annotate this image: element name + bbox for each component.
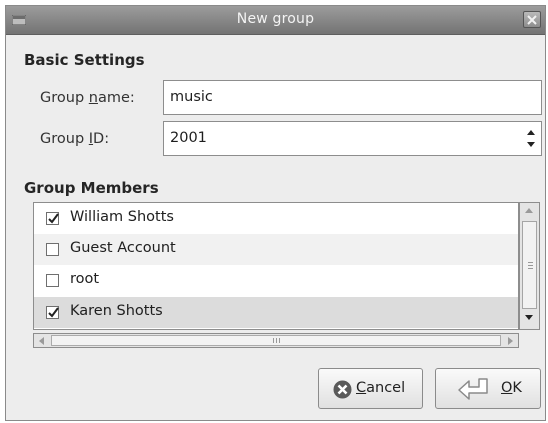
cancel-label: Cancel	[356, 380, 405, 396]
horizontal-scroll-thumb[interactable]	[51, 335, 501, 346]
window-title: New group	[236, 11, 315, 27]
cancel-icon	[333, 380, 352, 399]
group-id-value: 2001	[170, 130, 207, 146]
enter-arrow-icon	[458, 378, 488, 400]
group-id-spinbox[interactable]: 2001	[163, 121, 542, 156]
group-members-list[interactable]: William Shotts Guest Account root Karen …	[33, 202, 519, 330]
close-button[interactable]	[523, 11, 541, 28]
ok-label-rest: K	[512, 380, 522, 396]
grip-line	[528, 265, 533, 266]
grip-line	[279, 338, 280, 343]
vertical-scroll-thumb[interactable]	[522, 221, 537, 309]
list-item[interactable]: root	[34, 265, 518, 296]
horizontal-scrollbar[interactable]	[33, 333, 519, 348]
group-name-mnemonic: n	[88, 90, 98, 106]
cancel-label-rest: ancel	[366, 380, 406, 396]
group-id-label: Group ID:	[40, 131, 109, 147]
group-id-label-part: D:	[93, 131, 110, 147]
group-name-label-part: ame:	[97, 90, 135, 106]
scroll-left-icon[interactable]	[39, 337, 44, 345]
title-bar[interactable]: New group	[6, 6, 545, 35]
checkmark-icon	[48, 307, 59, 318]
grip-line	[273, 338, 274, 343]
grip-line	[276, 338, 277, 343]
member-name: Guest Account	[70, 240, 176, 256]
group-name-field[interactable]: music	[163, 80, 542, 115]
ok-mnemonic: O	[501, 380, 513, 396]
list-item[interactable]: Guest Account	[34, 234, 518, 265]
group-name-value: music	[170, 89, 213, 105]
scroll-up-icon[interactable]	[525, 208, 533, 213]
cancel-button[interactable]: Cancel	[318, 368, 423, 409]
member-name: Karen Shotts	[70, 303, 163, 319]
scroll-down-icon[interactable]	[525, 315, 533, 320]
group-id-label-part: Group	[40, 131, 89, 147]
grip-line	[528, 268, 533, 269]
member-checkbox[interactable]	[46, 243, 59, 256]
list-item[interactable]: Karen Shotts	[34, 297, 518, 328]
checkmark-icon	[48, 213, 59, 224]
spin-up-icon[interactable]	[527, 130, 535, 135]
basic-settings-heading: Basic Settings	[24, 51, 145, 69]
close-icon	[527, 15, 537, 25]
scroll-right-icon[interactable]	[508, 337, 513, 345]
member-checkbox[interactable]	[46, 306, 59, 319]
group-members-heading: Group Members	[24, 179, 159, 197]
group-name-label-part: Group	[40, 90, 89, 106]
member-name: William Shotts	[70, 209, 174, 225]
ok-label: OK	[501, 380, 522, 396]
list-item[interactable]: William Shotts	[34, 203, 518, 234]
cancel-mnemonic: C	[356, 380, 367, 396]
ok-button[interactable]: OK	[435, 368, 541, 409]
group-id-spin-buttons[interactable]	[523, 122, 541, 155]
member-checkbox[interactable]	[46, 274, 59, 287]
vertical-scrollbar[interactable]	[519, 202, 540, 330]
spin-down-icon[interactable]	[527, 142, 535, 147]
grip-line	[528, 262, 533, 263]
member-name: root	[70, 271, 100, 287]
group-name-label: Group name:	[40, 90, 135, 106]
member-checkbox[interactable]	[46, 212, 59, 225]
